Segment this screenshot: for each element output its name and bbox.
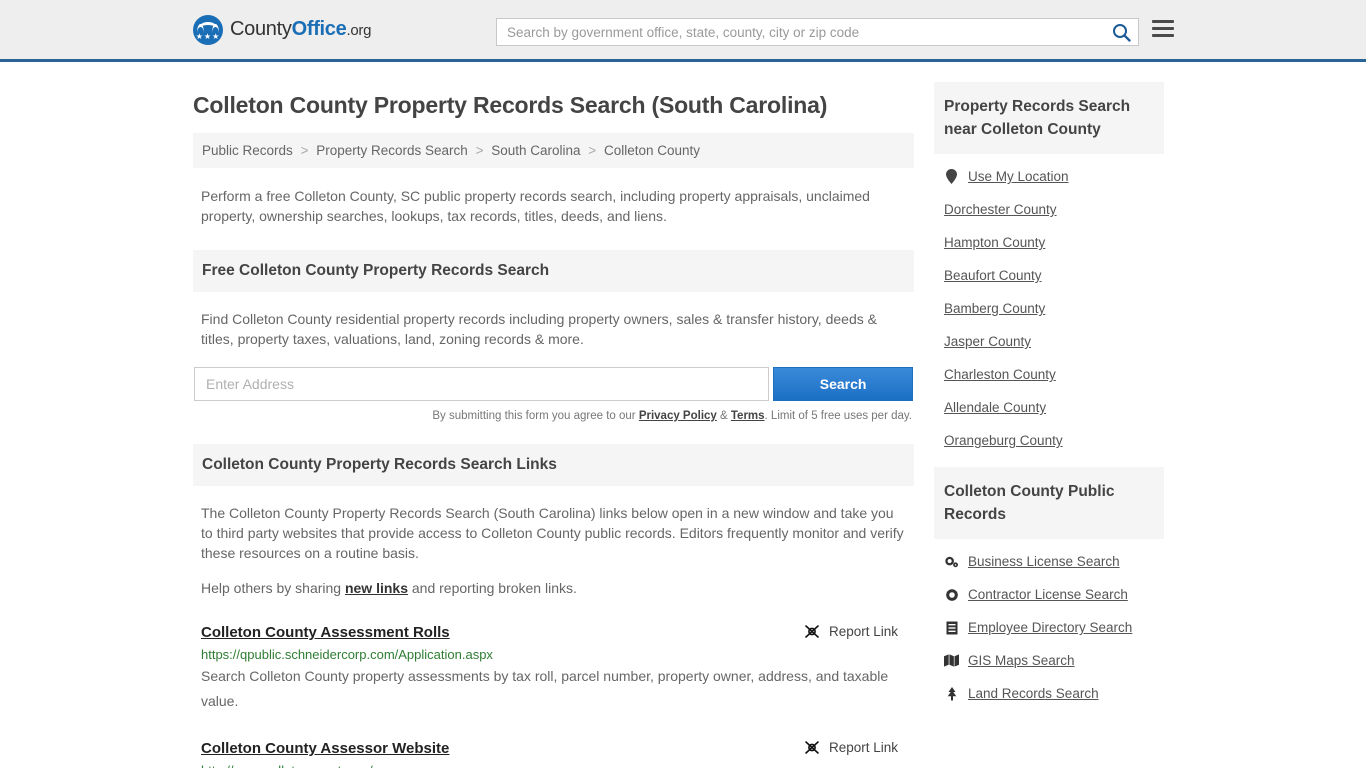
gears-icon (944, 555, 959, 569)
new-links-link[interactable]: new links (345, 580, 408, 596)
sidebar: Property Records Search near Colleton Co… (934, 62, 1164, 768)
breadcrumb-separator: > (300, 143, 309, 158)
search-icon[interactable] (1104, 19, 1138, 45)
report-link-button[interactable]: Report Link (804, 740, 906, 755)
document-list-icon (944, 621, 959, 635)
help-others-text: Help others by sharing new links and rep… (193, 578, 914, 598)
result-url: http://www.colletoncounty.org/assessor (201, 763, 906, 768)
sidebar-item-label[interactable]: Beaufort County (944, 268, 1042, 283)
breadcrumb-item-colleton-county[interactable]: Colleton County (604, 143, 700, 158)
countyoffice-emblem-icon: ★★★ (193, 14, 223, 45)
main-column: Colleton County Property Records Search … (193, 62, 914, 768)
logo-text-org: .org (346, 22, 372, 39)
breadcrumb-item-south-carolina[interactable]: South Carolina (491, 143, 580, 158)
result-url: https://qpublic.schneidercorp.com/Applic… (201, 647, 493, 662)
sidebar-item-contractor-license-search[interactable]: Contractor License Search (934, 578, 1164, 611)
page-body: Colleton County Property Records Search … (0, 62, 1366, 768)
sidebar-item-business-license-search[interactable]: Business License Search (934, 545, 1164, 578)
sidebar-item-bamberg-county[interactable]: Bamberg County (934, 292, 1164, 325)
page-title: Colleton County Property Records Search … (193, 92, 828, 118)
sidebar-item-dorchester-county[interactable]: Dorchester County (934, 193, 1164, 226)
sidebar-item-label[interactable]: Allendale County (944, 400, 1046, 415)
logo-text-office: Office (291, 18, 347, 40)
breadcrumb-separator: > (475, 143, 484, 158)
report-link-button[interactable]: Report Link (804, 624, 906, 639)
breadcrumb-separator: > (588, 143, 597, 158)
breadcrumb: Public Records > Property Records Search… (193, 133, 914, 168)
sidebar-item-hampton-county[interactable]: Hampton County (934, 226, 1164, 259)
privacy-policy-link[interactable]: Privacy Policy (639, 410, 717, 422)
address-input[interactable] (194, 367, 770, 401)
links-section-paragraph: The Colleton County Property Records Sea… (201, 505, 904, 561)
search-input[interactable] (497, 19, 1104, 45)
sidebar-item-label[interactable]: Land Records Search (968, 686, 1099, 701)
form-disclaimer: By submitting this form you agree to our… (193, 410, 914, 422)
sidebar-item-label[interactable]: Hampton County (944, 235, 1045, 250)
sidebar-item-use-my-location[interactable]: Use My Location (934, 160, 1164, 193)
sidebar-item-label[interactable]: Bamberg County (944, 301, 1045, 316)
terms-link[interactable]: Terms (731, 410, 765, 422)
help-prefix: Help others by sharing (201, 580, 345, 596)
sidebar-item-label[interactable]: Orangeburg County (944, 433, 1063, 448)
broken-link-icon (804, 740, 821, 755)
site-header: ★★★ CountyOffice.org (0, 0, 1366, 62)
map-pin-icon (944, 169, 959, 184)
logo-text: CountyOffice.org (230, 18, 371, 41)
map-icon (944, 654, 959, 667)
site-logo[interactable]: ★★★ CountyOffice.org (193, 14, 371, 45)
result-description: Search Colleton County property assessme… (201, 668, 889, 709)
report-link-label: Report Link (828, 740, 898, 755)
sidebar-item-charleston-county[interactable]: Charleston County (934, 358, 1164, 391)
links-section-heading: Colleton County Property Records Search … (193, 444, 914, 486)
sidebar-panel-heading: Property Records Search near Colleton Co… (934, 82, 1164, 154)
sidebar-item-label[interactable]: Use My Location (968, 169, 1069, 184)
sidebar-item-beaufort-county[interactable]: Beaufort County (934, 259, 1164, 292)
sidebar-item-label[interactable]: Employee Directory Search (968, 620, 1132, 635)
sidebar-item-label[interactable]: GIS Maps Search (968, 653, 1075, 668)
sidebar-item-label[interactable]: Business License Search (968, 554, 1120, 569)
sidebar-item-label[interactable]: Dorchester County (944, 202, 1057, 217)
sidebar-item-gis-maps-search[interactable]: GIS Maps Search (934, 644, 1164, 677)
gear-icon (944, 588, 959, 602)
sidebar-panel-public-records: Colleton County Public Records Business … (934, 467, 1164, 710)
address-search-form: Search (193, 367, 914, 401)
sidebar-item-label[interactable]: Charleston County (944, 367, 1056, 382)
sidebar-item-orangeburg-county[interactable]: Orangeburg County (934, 424, 1164, 457)
sidebar-item-label[interactable]: Contractor License Search (968, 587, 1128, 602)
free-search-heading: Free Colleton County Property Records Se… (193, 250, 914, 292)
sidebar-item-allendale-county[interactable]: Allendale County (934, 391, 1164, 424)
breadcrumb-item-public-records[interactable]: Public Records (202, 143, 293, 158)
sidebar-item-label[interactable]: Jasper County (944, 334, 1031, 349)
tree-icon (944, 686, 959, 701)
result-title-link[interactable]: Colleton County Assessment Rolls (201, 624, 450, 641)
sidebar-item-land-records-search[interactable]: Land Records Search (934, 677, 1164, 710)
sidebar-item-jasper-county[interactable]: Jasper County (934, 325, 1164, 358)
sidebar-item-employee-directory-search[interactable]: Employee Directory Search (934, 611, 1164, 644)
logo-text-county: County (230, 18, 292, 40)
page-intro-text: Perform a free Colleton County, SC publi… (201, 188, 870, 224)
hamburger-menu-icon[interactable] (1152, 20, 1174, 37)
free-search-description: Find Colleton County residential propert… (201, 311, 877, 347)
breadcrumb-item-property-records-search[interactable]: Property Records Search (316, 143, 468, 158)
global-search-bar[interactable] (496, 18, 1139, 46)
result-item: Colleton County Assessment Rolls Report … (193, 624, 914, 714)
disclaimer-prefix: By submitting this form you agree to our (432, 410, 639, 422)
report-link-label: Report Link (828, 624, 898, 639)
broken-link-icon (804, 624, 821, 639)
logo-stars: ★★★ (195, 31, 221, 41)
result-item: Colleton County Assessor Website Report … (193, 740, 914, 768)
result-title-link[interactable]: Colleton County Assessor Website (201, 740, 449, 757)
address-search-button[interactable]: Search (773, 367, 913, 401)
disclaimer-suffix: . Limit of 5 free uses per day. (764, 410, 912, 422)
sidebar-panel-nearby-counties: Property Records Search near Colleton Co… (934, 82, 1164, 457)
sidebar-panel-heading: Colleton County Public Records (934, 467, 1164, 539)
help-suffix: and reporting broken links. (408, 580, 577, 596)
disclaimer-amp: & (716, 410, 731, 422)
